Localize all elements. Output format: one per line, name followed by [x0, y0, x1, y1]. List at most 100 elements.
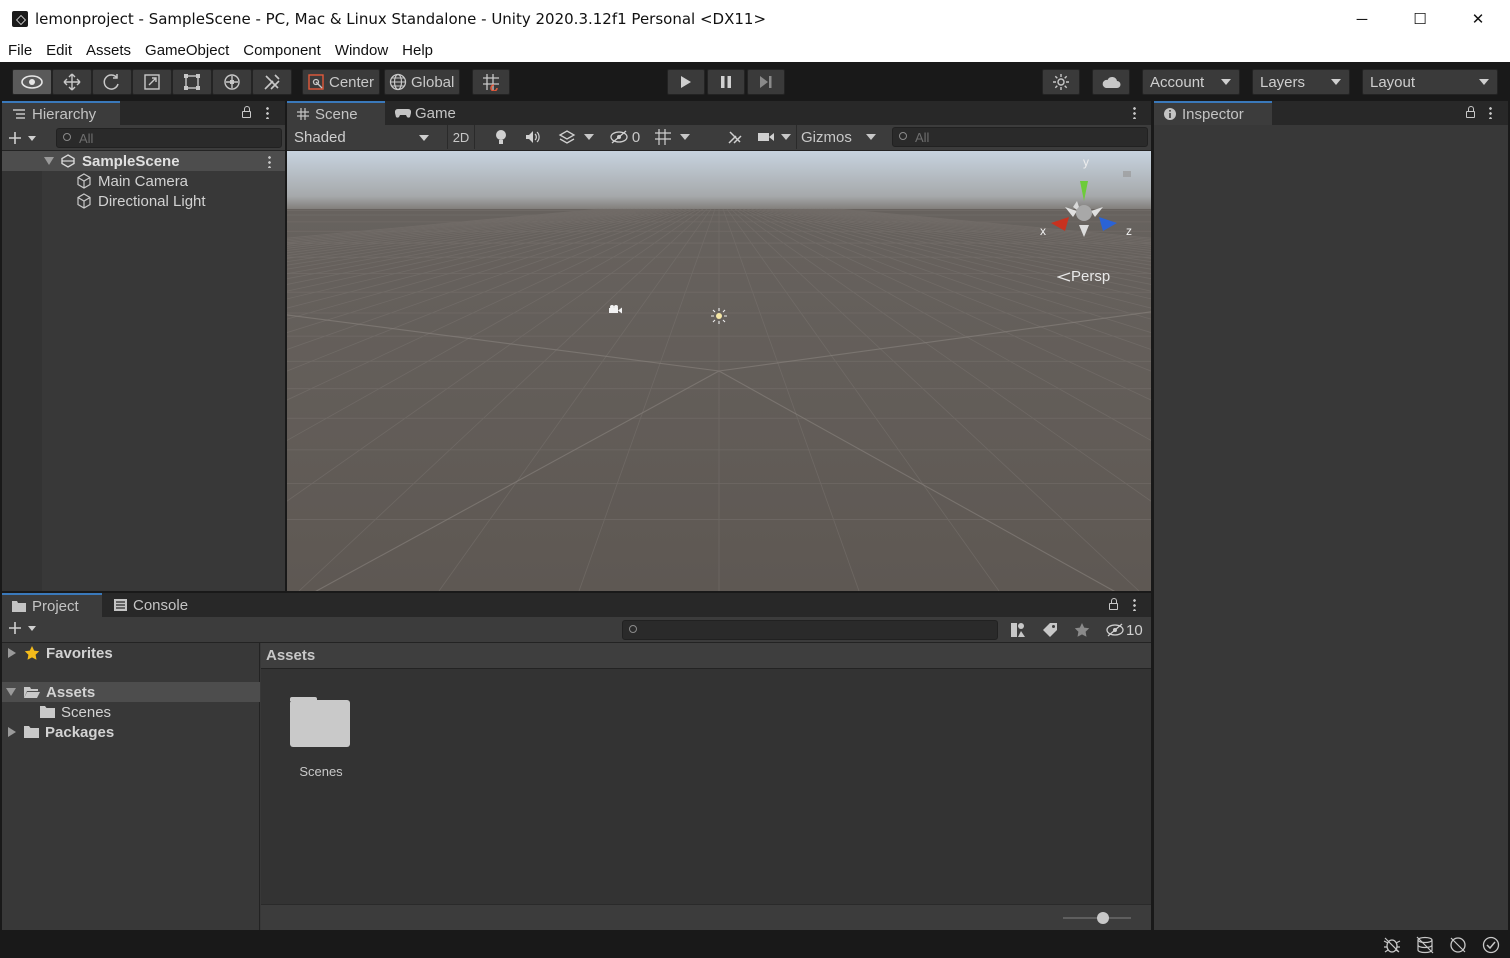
more-options-icon[interactable]: [1133, 106, 1136, 119]
tab-inspector[interactable]: Inspector: [1154, 101, 1272, 125]
layers-dropdown[interactable]: Layers: [1252, 69, 1350, 95]
check-circle-icon[interactable]: [1482, 936, 1500, 954]
lock-icon[interactable]: [1109, 598, 1118, 610]
2d-toggle[interactable]: 2D: [447, 125, 475, 149]
rect-tool-button[interactable]: [172, 69, 212, 95]
hierarchy-scene-row[interactable]: SampleScene: [2, 151, 285, 171]
move-tool-button[interactable]: [52, 69, 92, 95]
collapse-arrow-icon[interactable]: [6, 688, 16, 696]
expand-arrow-icon[interactable]: [8, 727, 16, 737]
lock-icon[interactable]: [242, 106, 251, 118]
tab-console[interactable]: Console: [104, 593, 204, 617]
lighting-toggle[interactable]: [488, 125, 514, 149]
menu-gameobject[interactable]: GameObject: [145, 42, 229, 59]
hidden-objects-toggle[interactable]: 0: [606, 125, 644, 149]
expand-arrow-icon[interactable]: [8, 648, 16, 658]
auto-generate-lighting-icon[interactable]: [1449, 936, 1467, 954]
pivot-global-toggle[interactable]: Global: [384, 69, 460, 95]
scale-tool-button[interactable]: [132, 69, 172, 95]
audio-toggle[interactable]: [520, 125, 546, 149]
menu-help[interactable]: Help: [402, 42, 433, 59]
create-dropdown[interactable]: [8, 128, 42, 148]
folder-icon: [12, 601, 26, 612]
orientation-gizmo[interactable]: [1035, 159, 1135, 249]
menu-file[interactable]: File: [8, 42, 32, 59]
hierarchy-tabbar: Hierarchy: [2, 101, 285, 125]
search-by-type-button[interactable]: [1006, 620, 1030, 640]
hidden-packages-toggle[interactable]: 10: [1106, 620, 1150, 640]
view-tool-button[interactable]: [12, 69, 52, 95]
effects-dropdown[interactable]: [552, 125, 600, 149]
chevron-down-icon: [1331, 79, 1341, 85]
account-dropdown[interactable]: Account: [1142, 69, 1240, 95]
tab-hierarchy[interactable]: Hierarchy: [2, 101, 120, 125]
folder-icon: [290, 697, 350, 747]
unity-scene-icon: [61, 154, 75, 168]
cloud-button[interactable]: [1092, 69, 1130, 95]
scene-tools-button[interactable]: [722, 125, 748, 149]
more-options-icon[interactable]: [1489, 106, 1492, 119]
rect-transform-icon: [184, 74, 200, 90]
chevron-down-icon: [419, 135, 429, 141]
hierarchy-search-input[interactable]: All: [56, 128, 282, 148]
custom-tool-button[interactable]: [252, 69, 292, 95]
progress-cache-icon[interactable]: [1416, 936, 1434, 954]
tree-favorites[interactable]: Favorites: [2, 643, 260, 663]
step-button[interactable]: [747, 69, 785, 95]
transform-tool-button[interactable]: [212, 69, 252, 95]
grid-hash-icon: [297, 108, 309, 120]
tab-game[interactable]: Game: [385, 101, 475, 125]
hierarchy-item[interactable]: Main Camera: [76, 171, 188, 191]
layout-dropdown[interactable]: Layout: [1362, 69, 1498, 95]
shading-mode-dropdown[interactable]: Shaded: [287, 125, 437, 150]
pause-button[interactable]: [707, 69, 745, 95]
search-by-label-button[interactable]: [1038, 620, 1062, 640]
hierarchy-item[interactable]: Directional Light: [76, 191, 206, 211]
scene-viewport[interactable]: y x z Persp: [287, 151, 1151, 591]
star-icon: [1074, 623, 1090, 637]
camera-dropdown[interactable]: [754, 125, 794, 149]
play-button[interactable]: [667, 69, 705, 95]
collab-button[interactable]: [1042, 69, 1080, 95]
camera-gizmo-icon: [609, 305, 622, 314]
projection-label: Persp: [1071, 268, 1111, 285]
tree-assets[interactable]: Assets: [2, 682, 260, 702]
list-icon: [13, 109, 25, 119]
more-options-icon[interactable]: [266, 106, 269, 119]
minimize-button[interactable]: ─: [1333, 0, 1391, 38]
gamepad-icon: [395, 108, 411, 118]
tab-project[interactable]: Project: [2, 593, 102, 617]
save-search-button[interactable]: [1070, 620, 1094, 640]
zoom-slider-handle[interactable]: [1097, 912, 1109, 924]
menu-assets[interactable]: Assets: [86, 42, 131, 59]
menu-window[interactable]: Window: [335, 42, 388, 59]
bug-icon[interactable]: [1383, 936, 1401, 954]
camera-icon: [758, 133, 774, 141]
more-options-icon[interactable]: [1133, 598, 1136, 611]
close-button[interactable]: ✕: [1449, 0, 1507, 38]
rotate-tool-button[interactable]: [92, 69, 132, 95]
grid-snapping-button[interactable]: [472, 69, 510, 95]
maximize-button[interactable]: ☐: [1391, 0, 1449, 38]
tree-scenes[interactable]: Scenes: [40, 702, 111, 722]
lock-icon[interactable]: [1466, 106, 1475, 118]
inspector-panel: [1154, 101, 1508, 930]
project-search-input[interactable]: [622, 620, 998, 640]
grid-icon: [655, 129, 671, 145]
projection-toggle[interactable]: Persp: [1057, 268, 1110, 285]
scene-options-icon[interactable]: [268, 155, 271, 168]
sun-gear-icon: [1053, 74, 1069, 90]
tree-packages[interactable]: Packages: [2, 722, 260, 742]
scene-search-input[interactable]: All: [892, 127, 1148, 147]
menu-edit[interactable]: Edit: [46, 42, 72, 59]
menu-component[interactable]: Component: [243, 42, 321, 59]
chevron-down-icon: [680, 134, 690, 140]
expand-arrow-icon[interactable]: [44, 157, 54, 165]
tab-scene[interactable]: Scene: [287, 101, 385, 125]
breadcrumb-assets[interactable]: Assets: [266, 647, 315, 664]
gizmos-dropdown[interactable]: Gizmos: [796, 125, 882, 149]
project-create-dropdown[interactable]: [8, 621, 42, 641]
grid-dropdown[interactable]: [648, 125, 696, 149]
asset-item-scenes[interactable]: Scenes: [283, 690, 359, 784]
pivot-center-toggle[interactable]: Center: [302, 69, 380, 95]
